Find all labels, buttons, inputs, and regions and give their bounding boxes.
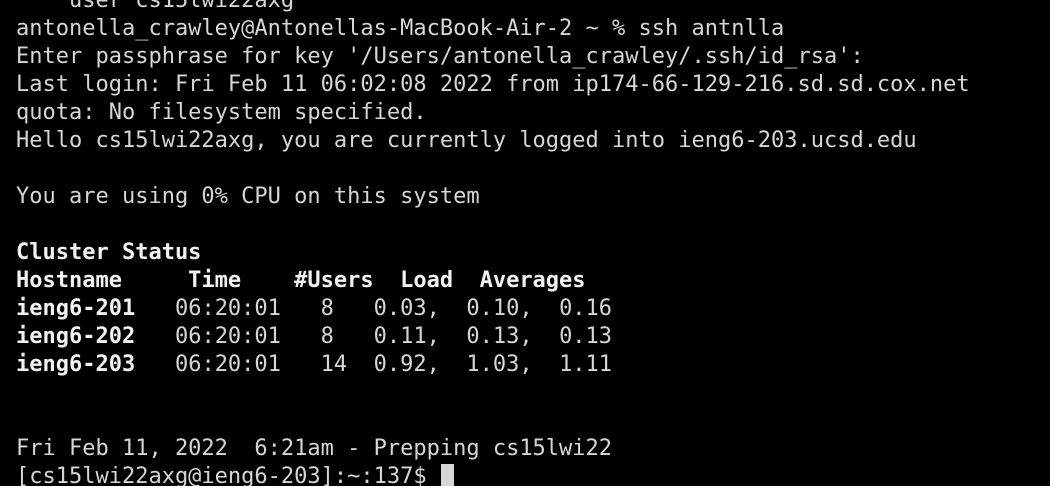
cluster-table-row: ieng6-201 06:20:01 8 0.03, 0.10, 0.16 <box>16 295 970 323</box>
cluster-status-heading: Cluster Status <box>16 240 202 265</box>
hostname-cell: ieng6-202 <box>16 324 136 349</box>
login-message: Fri Feb 11, 2022 6:21am - Prepping cs15l… <box>16 436 613 461</box>
command-prompt-line[interactable]: [cs15lwi22axg@ieng6-203]:~:137$ <box>16 463 970 486</box>
terminal-line: Hello cs15lwi22axg, you are currently lo… <box>16 128 917 153</box>
shell-prompt: [cs15lwi22axg@ieng6-203]:~:137$ <box>16 464 440 486</box>
terminal-line: antonella_crawley@Antonellas-MacBook-Air… <box>16 16 785 41</box>
hostname-cell: ieng6-203 <box>16 352 136 377</box>
terminal-line: You are using 0% CPU on this system <box>16 184 480 209</box>
terminal-line: Last login: Fri Feb 11 06:02:08 2022 fro… <box>16 72 970 97</box>
cluster-table-row: ieng6-202 06:20:01 8 0.11, 0.13, 0.13 <box>16 323 970 351</box>
terminal-output: user cs15lwi22axg antonella_crawley@Anto… <box>16 0 970 486</box>
terminal-line: quota: No filesystem specified. <box>16 100 427 125</box>
hostname-cell: ieng6-201 <box>16 296 136 321</box>
text-cursor <box>440 464 454 486</box>
terminal-line: user cs15lwi22axg <box>16 0 295 13</box>
terminal-window[interactable]: user cs15lwi22axg antonella_crawley@Anto… <box>0 0 1050 486</box>
host-stats: 06:20:01 14 0.92, 1.03, 1.11 <box>135 352 613 377</box>
cluster-table-row: ieng6-203 06:20:01 14 0.92, 1.03, 1.11 <box>16 351 970 379</box>
host-stats: 06:20:01 8 0.11, 0.13, 0.13 <box>135 324 613 349</box>
cluster-table-header: Hostname Time #Users Load Averages <box>16 268 586 293</box>
host-stats: 06:20:01 8 0.03, 0.10, 0.16 <box>135 296 613 321</box>
terminal-line: Enter passphrase for key '/Users/antonel… <box>16 44 864 69</box>
